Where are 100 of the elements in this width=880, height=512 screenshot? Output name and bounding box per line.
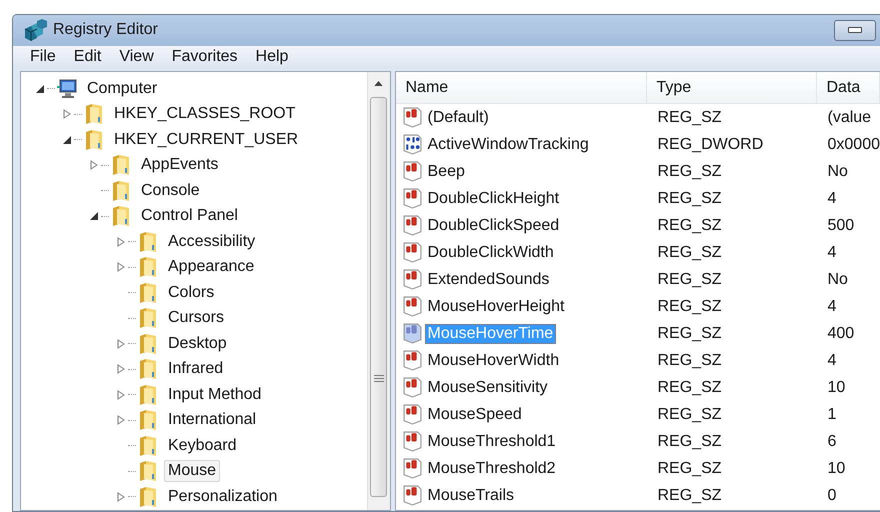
table-cell-text: 0 (826, 486, 838, 504)
collapse-arrow-icon[interactable] (89, 211, 99, 222)
string-value-icon (402, 161, 422, 182)
menu-item[interactable]: Edit (66, 46, 108, 68)
value-name[interactable]: MouseHoverWidth (424, 350, 562, 370)
expand-arrow-icon[interactable] (116, 492, 126, 502)
string-value-icon (402, 377, 422, 398)
table-cell-text: REG_SZ (656, 378, 723, 396)
string-value-icon (402, 188, 422, 209)
value-name[interactable]: MouseTrails (424, 486, 518, 506)
value-name[interactable]: DoubleClickWidth (424, 242, 557, 262)
folder-icon (111, 205, 131, 228)
tree-item[interactable]: Mouse (164, 460, 220, 482)
tree-item[interactable]: Keyboard (164, 434, 240, 457)
table-cell-text: 4 (826, 244, 838, 262)
tree-item[interactable]: Accessibility (164, 230, 260, 253)
string-value-icon (402, 296, 422, 317)
expand-arrow-icon[interactable] (116, 236, 126, 247)
tree-item[interactable]: Infrared (164, 358, 228, 380)
collapse-arrow-icon[interactable] (35, 84, 45, 94)
column-header[interactable]: Data (816, 72, 880, 103)
folder-icon (138, 230, 158, 253)
expand-arrow-icon[interactable] (62, 109, 72, 120)
string-value-icon (402, 431, 422, 452)
tree-item[interactable]: AppEvents (137, 154, 222, 176)
table-cell-text: REG_SZ (656, 352, 723, 370)
menu-item[interactable]: Help (248, 46, 296, 68)
folder-icon (138, 486, 158, 508)
string-value-icon (402, 404, 422, 425)
folder-icon (138, 282, 158, 304)
tree-item[interactable]: Control Panel (137, 205, 242, 228)
tree-item[interactable]: HKEY_CURRENT_USER (110, 128, 302, 151)
folder-icon (138, 256, 158, 278)
tree-item[interactable]: Input Method (164, 384, 266, 406)
string-value-icon (402, 269, 422, 290)
value-name[interactable]: DoubleClickSpeed (424, 216, 562, 236)
scroll-up-arrow-icon[interactable] (374, 81, 383, 86)
table-cell-text: 4 (826, 298, 838, 316)
menu-item[interactable]: File (23, 46, 63, 68)
value-name[interactable]: (Default) (424, 108, 492, 128)
table-cell-text: REG_SZ (656, 460, 723, 478)
column-header[interactable]: Type (646, 72, 816, 103)
expand-arrow-icon[interactable] (116, 364, 126, 374)
tree-item[interactable]: Desktop (164, 332, 231, 355)
string-value-icon (402, 215, 422, 236)
table-cell-text: REG_SZ (656, 108, 723, 126)
folder-icon (111, 154, 131, 176)
table-cell-text: No (826, 270, 849, 288)
minimize-button[interactable] (834, 20, 876, 41)
table-cell-text: REG_SZ (656, 486, 723, 504)
string-value-icon (402, 242, 422, 263)
menu-item[interactable]: View (112, 46, 161, 68)
binary-value-icon (402, 134, 422, 155)
tree-item[interactable]: Cursors (164, 307, 228, 330)
value-name[interactable]: MouseThreshold1 (424, 432, 559, 452)
table-cell-text: 10 (826, 460, 846, 478)
table-cell-text: 4 (826, 352, 838, 370)
folder-icon (138, 460, 158, 482)
menu-item[interactable]: Favorites (164, 46, 245, 68)
tree-item[interactable]: Appearance (164, 256, 258, 278)
table-cell-text: REG_SZ (656, 270, 723, 288)
tree-item[interactable]: Console (137, 180, 204, 202)
collapse-arrow-icon[interactable] (62, 134, 72, 145)
expand-arrow-icon[interactable] (116, 415, 126, 426)
expand-arrow-icon[interactable] (116, 390, 126, 400)
scroll-thumb[interactable] (370, 97, 387, 497)
computer-icon (57, 78, 77, 100)
folder-icon (138, 332, 158, 355)
table-cell-text: REG_SZ (656, 244, 723, 262)
tree-item[interactable]: Personalization (164, 486, 282, 508)
folder-icon (84, 128, 104, 151)
table-cell-text: REG_SZ (656, 324, 723, 342)
folder-icon (138, 307, 158, 330)
cubes-icon (23, 19, 47, 42)
expand-arrow-icon[interactable] (89, 160, 99, 170)
table-cell-text: REG_SZ (656, 190, 723, 208)
scroll-bar[interactable] (366, 72, 390, 510)
value-name[interactable]: MouseSensitivity (424, 378, 551, 398)
tree-item[interactable]: Colors (164, 282, 218, 304)
tree-item[interactable]: Computer (83, 78, 162, 100)
folder-icon (138, 358, 158, 380)
table-cell-text: REG_SZ (656, 216, 723, 234)
table-cell-text: (value (826, 108, 872, 126)
string-value-icon (402, 350, 422, 371)
tree-item[interactable]: HKEY_CLASSES_ROOT (110, 103, 300, 126)
column-header[interactable]: Name (396, 72, 646, 103)
expand-arrow-icon[interactable] (116, 262, 126, 272)
value-name[interactable]: MouseSpeed (424, 404, 525, 424)
table-cell-text: No (826, 162, 849, 180)
expand-arrow-icon[interactable] (116, 338, 126, 349)
value-name[interactable]: ExtendedSounds (424, 270, 552, 290)
value-name[interactable]: ActiveWindowTracking (424, 134, 592, 154)
table-cell-text: 10 (826, 378, 846, 396)
string-value-icon (402, 458, 422, 479)
value-name[interactable]: Beep (424, 162, 468, 182)
table-cell-text: 6 (826, 432, 838, 450)
tree-item[interactable]: International (164, 409, 260, 432)
value-name[interactable]: MouseThreshold2 (424, 458, 559, 478)
value-name[interactable]: DoubleClickHeight (424, 188, 562, 208)
value-name[interactable]: MouseHoverHeight (424, 296, 568, 316)
